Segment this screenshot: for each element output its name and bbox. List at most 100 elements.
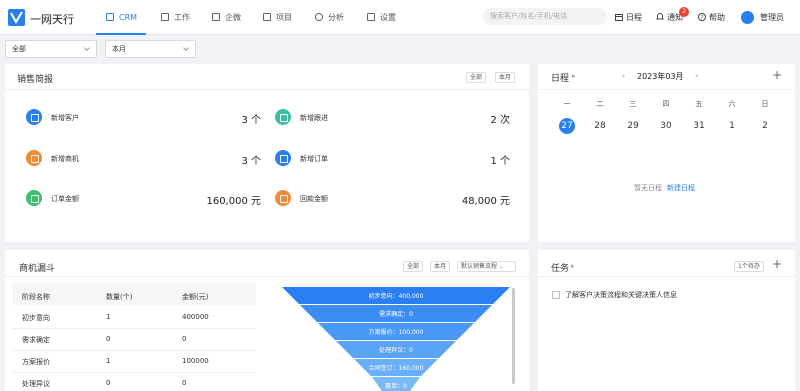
follow-up-icon <box>275 109 291 125</box>
project-icon <box>263 13 271 21</box>
nav-label: CRM <box>119 13 138 22</box>
scope-select[interactable]: 全部 <box>5 40 97 58</box>
stat-value: 1 个 <box>490 156 510 167</box>
stat-value: 3 个 <box>241 156 261 167</box>
funnel-label: 需求确定：0 <box>379 311 413 318</box>
card-title: 销售简报 <box>17 75 54 85</box>
chevron-down-icon <box>183 45 189 51</box>
search-input[interactable]: 搜索客户/姓名/手机/电话 <box>483 8 607 25</box>
customer-icon <box>26 109 42 125</box>
filter-all-chip[interactable]: 全部 <box>403 261 424 272</box>
period-select[interactable]: 本月 <box>105 40 196 58</box>
nav-work[interactable]: 工作 <box>161 12 190 24</box>
stat-value: 2 次 <box>490 115 510 126</box>
calendar-title[interactable]: 日程 <box>551 71 569 84</box>
nav-label: 企微 <box>225 13 241 22</box>
stat-value: 3 个 <box>241 115 261 126</box>
chevron-down-icon <box>84 45 90 51</box>
empty-schedule-text: 暂无日程 <box>634 184 662 192</box>
funnel-label: 赢单：0 <box>385 383 407 390</box>
chevron-right-icon: ▸ <box>572 72 576 80</box>
notification-count-badge: 2 <box>679 7 689 17</box>
process-value: 默认销售流程 <box>461 263 498 270</box>
table-cell: 0 <box>106 335 111 343</box>
weekday-label: 三 <box>629 100 637 108</box>
grid-icon <box>106 13 114 21</box>
table-cell: 100000 <box>182 357 209 365</box>
stat-label: 订单金额 <box>51 195 79 203</box>
task-checkbox[interactable] <box>552 291 560 299</box>
weekday-label: 一 <box>563 100 571 108</box>
divider <box>538 276 795 277</box>
add-task-button[interactable]: + <box>772 257 782 271</box>
bell-icon <box>656 13 664 20</box>
nav-label: 设置 <box>380 13 396 22</box>
sales-report-card: 销售简报 全部 本月 新增客户 3 个 新增跟进 2 次 新增商机 3 个 新增… <box>5 64 529 242</box>
chevron-right-icon: ▸ <box>571 262 575 270</box>
add-schedule-button[interactable]: + <box>772 68 782 82</box>
wechat-icon <box>212 13 220 21</box>
pie-icon <box>315 13 323 21</box>
pending-count-chip[interactable]: 1个待办 <box>734 261 764 272</box>
help-label: 帮助 <box>709 13 725 22</box>
prev-month-icon[interactable]: ‹ <box>622 71 625 80</box>
row-divider <box>12 350 256 351</box>
new-schedule-link[interactable]: 新建日程 <box>667 183 695 193</box>
calendar-day[interactable]: 30 <box>656 116 676 136</box>
scrollbar[interactable] <box>512 288 515 384</box>
nav-wecom[interactable]: 企微 <box>212 12 241 24</box>
filter-month-chip[interactable]: 本月 <box>495 72 516 83</box>
next-month-icon[interactable]: › <box>695 71 698 80</box>
calendar-card <box>538 64 795 242</box>
nav-crm[interactable]: CRM <box>106 12 137 24</box>
divider <box>538 89 795 90</box>
nav-analysis[interactable]: 分析 <box>315 12 344 24</box>
task-item[interactable]: 了解客户决策流程和关键决策人信息 <box>565 290 677 300</box>
nav-label: 工作 <box>174 13 190 22</box>
funnel-chart <box>282 287 510 391</box>
order-amount-icon <box>26 190 42 206</box>
funnel-label: 方案报价：100,000 <box>368 329 424 336</box>
calendar-day[interactable]: 1 <box>722 116 742 136</box>
user-menu[interactable]: 管理员 <box>760 12 784 24</box>
help-button[interactable]: ? 帮助 <box>698 12 725 24</box>
calendar-day[interactable]: 31 <box>689 116 709 136</box>
avatar[interactable] <box>741 11 754 24</box>
stat-value: 48,000 元 <box>461 196 510 207</box>
schedule-label: 日程 <box>626 13 642 22</box>
current-month: 2023年03月 <box>637 72 684 81</box>
period-value: 本月 <box>112 45 126 53</box>
table-cell: 0 <box>182 335 187 343</box>
stat-label: 新增跟进 <box>300 114 328 122</box>
chevron-down-icon: ⌄ <box>498 263 504 270</box>
active-nav-indicator <box>96 33 146 35</box>
table-cell: 0 <box>182 379 187 387</box>
filter-all-chip[interactable]: 全部 <box>466 72 487 83</box>
column-header: 阶段名称 <box>22 293 50 301</box>
calendar-day-today[interactable]: 27 <box>559 118 575 134</box>
calendar-day[interactable]: 28 <box>590 116 610 136</box>
stat-label: 回款金额 <box>300 195 328 203</box>
order-icon <box>275 150 291 166</box>
funnel-label: 合同签订：160,000 <box>368 365 424 372</box>
weekday-label: 六 <box>728 100 736 108</box>
nav-label: 项目 <box>276 13 292 22</box>
calendar-day[interactable]: 29 <box>623 116 643 136</box>
scope-value: 全部 <box>12 45 26 53</box>
nav-settings[interactable]: 设置 <box>367 12 396 24</box>
app-logo-icon[interactable] <box>8 9 25 26</box>
weekday-label: 日 <box>761 100 769 108</box>
nav-projects[interactable]: 项目 <box>263 12 292 24</box>
table-cell: 1 <box>106 357 111 365</box>
table-cell: 初步意向 <box>22 314 50 322</box>
column-header: 数量(个) <box>106 293 133 301</box>
row-divider <box>12 372 256 373</box>
table-cell: 处理异议 <box>22 380 50 388</box>
process-select[interactable]: 默认销售流程 ⌄ <box>457 261 516 272</box>
calendar-day[interactable]: 2 <box>755 116 775 136</box>
schedule-button[interactable]: 日程 <box>615 12 642 24</box>
table-cell: 需求确定 <box>22 336 50 344</box>
row-divider <box>12 328 256 329</box>
tasks-title[interactable]: 任务 <box>551 261 569 274</box>
filter-month-chip[interactable]: 本月 <box>430 261 451 272</box>
